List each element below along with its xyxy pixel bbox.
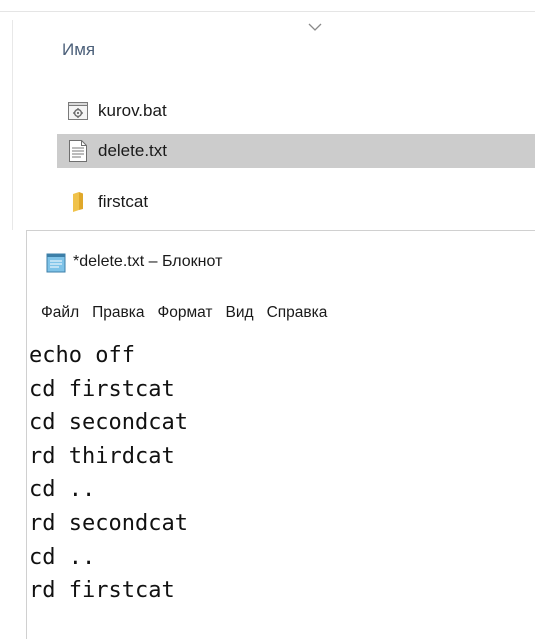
file-row-kurov-bat[interactable]: kurov.bat <box>57 94 535 128</box>
folder-icon <box>67 191 89 213</box>
notepad-window: *delete.txt – Блокнот Файл Правка Формат… <box>26 230 535 639</box>
menu-file[interactable]: Файл <box>41 302 79 324</box>
navigation-pane-border <box>12 20 13 230</box>
name-column-header[interactable]: Имя <box>62 40 95 60</box>
menu-bar: Файл Правка Формат Вид Справка <box>27 293 535 333</box>
file-name: delete.txt <box>98 141 167 160</box>
file-explorer: Имя kurov.bat delete.txt firstcat <box>0 0 535 230</box>
editor-line: rd firstcat <box>29 578 175 604</box>
notepad-icon <box>46 253 66 273</box>
file-row-firstcat[interactable]: firstcat <box>57 185 535 219</box>
window-title: *delete.txt – Блокнот <box>73 253 223 270</box>
editor-line: cd .. <box>29 544 96 570</box>
menu-edit[interactable]: Правка <box>92 302 144 324</box>
text-file-icon <box>67 140 89 162</box>
editor-line: echo off <box>29 343 135 368</box>
file-name: firstcat <box>98 192 149 211</box>
editor-line: cd .. <box>29 477 96 503</box>
editor-line: cd firstcat <box>29 376 175 402</box>
file-row-delete-txt[interactable]: delete.txt <box>57 134 535 168</box>
text-editor-area[interactable]: echo off cd firstcat cd secondcat rd thi… <box>27 333 535 640</box>
explorer-divider <box>0 11 535 12</box>
menu-format[interactable]: Формат <box>157 302 212 324</box>
editor-line: rd thirdcat <box>29 443 175 469</box>
editor-line: rd secondcat <box>29 510 188 536</box>
notepad-titlebar[interactable]: *delete.txt – Блокнот <box>27 231 535 293</box>
menu-help[interactable]: Справка <box>267 302 328 324</box>
chevron-down-icon[interactable] <box>307 22 323 32</box>
editor-line: cd secondcat <box>29 410 188 436</box>
batch-file-icon <box>67 100 89 122</box>
menu-view[interactable]: Вид <box>226 302 254 324</box>
file-name: kurov.bat <box>98 101 167 120</box>
